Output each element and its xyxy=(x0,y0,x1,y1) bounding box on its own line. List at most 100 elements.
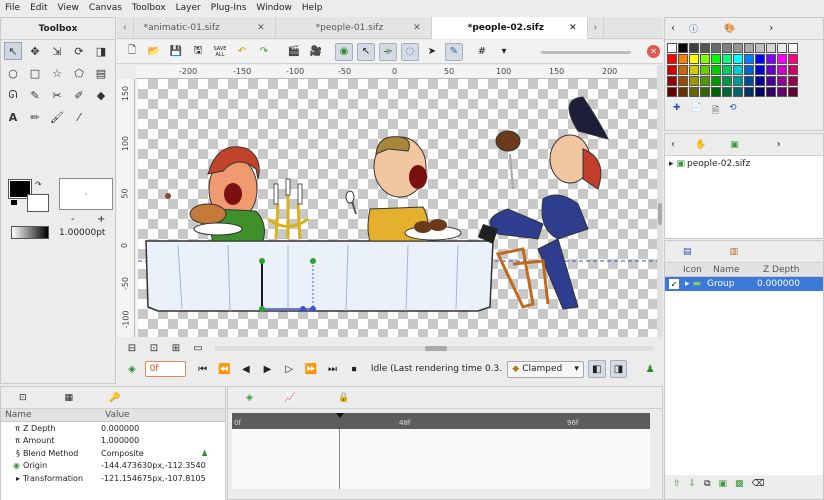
text-tool-icon[interactable]: A xyxy=(4,108,22,126)
palette-swatch[interactable] xyxy=(678,43,688,53)
rectangle-tool-icon[interactable]: □ xyxy=(26,64,44,82)
menu-canvas[interactable]: Canvas xyxy=(84,0,127,16)
layer-visible-checkbox[interactable]: ✓ xyxy=(669,279,679,289)
tab-people-02[interactable]: *people-02.sifz ✕ xyxy=(431,17,588,39)
duplicate-layer-icon[interactable]: ⧉ xyxy=(704,479,710,489)
palette-swatch[interactable] xyxy=(711,54,721,64)
palette-swatch[interactable] xyxy=(722,43,732,53)
palette-swatch[interactable] xyxy=(700,87,710,97)
open-palette-icon[interactable]: 📄 xyxy=(691,103,702,119)
canvas-browser-item[interactable]: ▸ ▣ people-02.sifz xyxy=(669,159,819,169)
palette-swatch[interactable] xyxy=(733,87,743,97)
palette-swatch[interactable] xyxy=(689,87,699,97)
past-onion-icon[interactable]: ◧ xyxy=(587,360,606,378)
palette-swatch[interactable] xyxy=(678,76,688,86)
library-panel-icon[interactable]: ▥ xyxy=(730,247,739,257)
param-value[interactable]: 1.000000 xyxy=(101,436,139,445)
palette-swatch[interactable] xyxy=(667,76,677,86)
spline-tool-icon[interactable]: ᘏ xyxy=(4,86,22,104)
show-guides-icon[interactable]: ◉ xyxy=(335,42,353,61)
close-tab-icon[interactable]: ✕ xyxy=(413,23,421,33)
lock-past-keyframe-icon[interactable]: ⊟ xyxy=(123,339,141,357)
animation-figure-icon[interactable]: ♟ xyxy=(641,360,659,378)
library-tab-icon[interactable]: 🔑 xyxy=(109,393,120,403)
param-row[interactable]: § Blend Method Composite ♟ xyxy=(1,447,225,460)
palette-swatch[interactable] xyxy=(711,65,721,75)
show-ducks-icon[interactable]: ↖ xyxy=(357,42,375,61)
encapsulate-layer-icon[interactable]: ▣ xyxy=(719,479,728,489)
palette-swatch[interactable] xyxy=(667,43,677,53)
onion-skin-icon[interactable]: ◌ xyxy=(401,42,419,61)
open-file-icon[interactable]: 📂 xyxy=(145,43,163,61)
delete-layer-icon[interactable]: ⌫ xyxy=(752,479,765,489)
palette-swatch[interactable] xyxy=(689,65,699,75)
timetrack-panel-icon[interactable]: ◈ xyxy=(246,393,253,403)
save-icon[interactable]: 💾 xyxy=(167,43,185,61)
play-icon[interactable]: ▶ xyxy=(259,360,277,378)
layers-panel-icon[interactable]: ▤ xyxy=(683,247,692,257)
redo-icon[interactable]: ↷ xyxy=(255,43,273,61)
tab-people-01[interactable]: *people-01.sifz ✕ xyxy=(276,17,432,39)
curves-panel-icon[interactable]: 📈 xyxy=(285,393,296,403)
transform-tool-icon[interactable]: ↖ xyxy=(4,42,22,60)
undo-icon[interactable]: ↶ xyxy=(233,43,251,61)
palette-swatch[interactable] xyxy=(744,76,754,86)
param-row[interactable]: π Z Depth 0.000000 xyxy=(1,422,225,435)
palette-swatch[interactable] xyxy=(733,43,743,53)
gradient-swatch[interactable] xyxy=(11,226,49,239)
brush-tool-icon[interactable]: 🖌 xyxy=(48,108,66,126)
draw-tool-icon[interactable]: ✎ xyxy=(26,86,44,104)
palette-swatch[interactable] xyxy=(689,54,699,64)
navigator-icon[interactable]: ✋ xyxy=(695,140,706,150)
reset-colors-icon[interactable] xyxy=(11,200,17,205)
palette-swatch[interactable] xyxy=(777,65,787,75)
cutout-tool-icon[interactable]: ✂ xyxy=(48,86,66,104)
palette-swatch[interactable] xyxy=(733,54,743,64)
animation-figure-icon[interactable]: ♟ xyxy=(201,449,208,458)
palette-swatch[interactable] xyxy=(766,54,776,64)
add-color-icon[interactable]: ✚ xyxy=(673,103,681,119)
tabs-scroll-right-icon[interactable]: › xyxy=(769,23,773,34)
seek-end-icon[interactable]: ⏭ xyxy=(324,360,342,378)
palette-swatch[interactable] xyxy=(744,65,754,75)
eyedropper-tool-icon[interactable]: ⁄ xyxy=(70,108,88,126)
palette-swatch[interactable] xyxy=(733,65,743,75)
palette-swatch[interactable] xyxy=(777,54,787,64)
palette-swatch[interactable] xyxy=(766,43,776,53)
palette-swatch[interactable] xyxy=(744,43,754,53)
tabs-scroll-left-icon[interactable]: ‹ xyxy=(671,139,675,150)
keyframes-panel-icon[interactable]: ▦ xyxy=(65,393,74,403)
canvas-workarea[interactable] xyxy=(136,79,657,337)
end-time-icon[interactable]: ⏹ xyxy=(345,360,363,378)
menu-window[interactable]: Window xyxy=(251,0,297,16)
tabs-scroll-right-icon[interactable]: › xyxy=(777,139,781,150)
palette-swatch[interactable] xyxy=(689,43,699,53)
fill-tool-icon[interactable]: ◆ xyxy=(92,86,110,104)
palette-swatch[interactable] xyxy=(678,65,688,75)
palette-swatch[interactable] xyxy=(766,76,776,86)
palette-swatch[interactable] xyxy=(711,43,721,53)
palette-swatch[interactable] xyxy=(711,87,721,97)
layers-col-zdepth[interactable]: Z Depth xyxy=(763,265,799,275)
prev-keyframe-icon[interactable]: ⏪ xyxy=(215,360,233,378)
save-palette-icon[interactable]: 🗎 xyxy=(712,103,719,119)
param-value[interactable]: -121.154675px,-107.8105 xyxy=(101,474,206,483)
palette-swatch[interactable] xyxy=(722,65,732,75)
palette-swatch[interactable] xyxy=(777,43,787,53)
layers-col-icon[interactable]: Icon xyxy=(683,265,713,275)
width-plus[interactable]: + xyxy=(97,214,105,225)
palette-swatch[interactable] xyxy=(755,76,765,86)
expand-arrow-icon[interactable]: ▸ xyxy=(1,474,23,483)
sketch-tool-icon[interactable]: ✏ xyxy=(26,108,44,126)
seek-begin-icon[interactable]: ⏮ xyxy=(194,360,212,378)
menu-layer[interactable]: Layer xyxy=(171,0,206,16)
palette-swatch[interactable] xyxy=(733,76,743,86)
menu-help[interactable]: Help xyxy=(297,0,328,16)
params-col-name[interactable]: Name xyxy=(5,410,105,420)
palette-swatch[interactable] xyxy=(667,54,677,64)
tabs-scroll-left-icon[interactable]: ‹ xyxy=(671,23,675,34)
canvas-image[interactable] xyxy=(138,79,657,337)
param-row[interactable]: ▸ Transformation -121.154675px,-107.8105 xyxy=(1,472,225,485)
palette-swatch[interactable] xyxy=(755,65,765,75)
mirror-tool-icon[interactable]: ◨ xyxy=(92,42,110,60)
